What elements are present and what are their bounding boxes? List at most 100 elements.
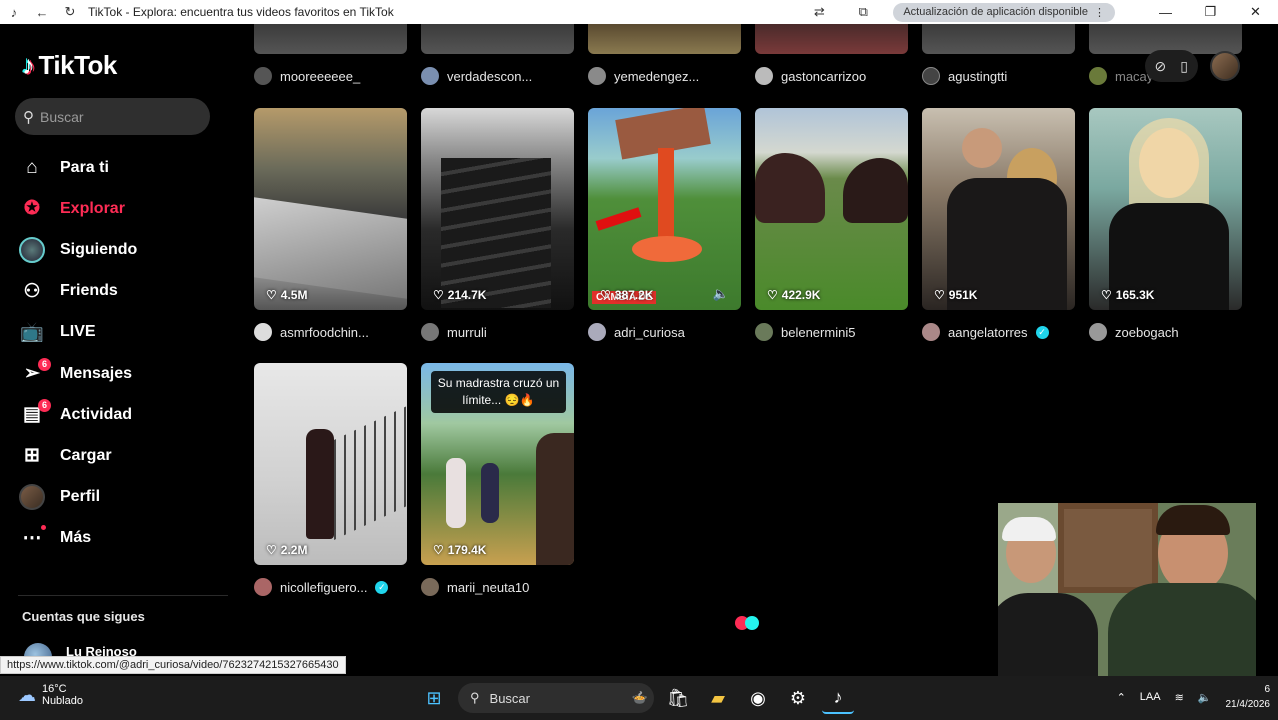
sidebar-item-friends[interactable]: ⚇ Friends: [18, 271, 137, 312]
taskbar-search-label: Buscar: [489, 690, 530, 706]
back-arrow-icon[interactable]: ←: [28, 0, 56, 24]
windows-start-icon[interactable]: ⊞: [418, 682, 450, 714]
sidebar-item-live[interactable]: 📺 LIVE: [18, 312, 137, 353]
author-name[interactable]: nicollefiguero...: [280, 580, 367, 595]
video-thumbnail[interactable]: ♡ 2.2M: [254, 363, 407, 565]
video-card[interactable]: CAMBIA DE ♡ 387.2K 🔈 adri_curiosa: [588, 108, 741, 342]
sidebar-item-para-ti[interactable]: ⌂ Para ti: [18, 147, 137, 188]
author-name[interactable]: zoebogach: [1115, 325, 1179, 340]
like-count: ♡ 179.4K: [433, 543, 487, 557]
update-label: Actualización de aplicación disponible: [903, 6, 1088, 18]
reload-icon[interactable]: ↻: [56, 0, 84, 24]
like-count: ♡ 214.7K: [433, 288, 487, 302]
video-card[interactable]: ♡ 214.7K murruli: [421, 108, 574, 342]
heart-icon: ♡: [433, 288, 444, 302]
video-card[interactable]: ♡ 2.2M nicollefiguero... ✓: [254, 363, 407, 597]
following-section-title: Cuentas que sigues: [22, 609, 145, 624]
video-thumbnail[interactable]: [755, 24, 908, 54]
avatar: [421, 67, 439, 85]
sidebar-item-label: Friends: [60, 282, 118, 300]
language-indicator[interactable]: LAA: [1140, 691, 1161, 703]
tiktok-logo[interactable]: ♪ TikTok: [22, 50, 117, 81]
temperature: 16°C: [42, 683, 67, 695]
tray-chevron-icon[interactable]: ⌃: [1117, 691, 1126, 704]
search-icon: ⚲: [470, 690, 480, 705]
taskbar-apps: ⊞ ⚲ Buscar 🍲 🛍 ▰ ◉ ⚙ ♪: [418, 682, 854, 714]
video-card[interactable]: ♡ 422.9K belenermini5: [755, 108, 908, 342]
author-name[interactable]: adri_curiosa: [614, 325, 685, 340]
video-card[interactable]: ♡ 4.5M asmrfoodchin...: [254, 108, 407, 342]
volume-icon[interactable]: 🔈: [1198, 691, 1212, 704]
author-name[interactable]: asmrfoodchin...: [280, 325, 369, 340]
video-thumbnail[interactable]: [254, 24, 407, 54]
clock[interactable]: 6 21/4/2026: [1226, 682, 1271, 712]
author-name[interactable]: marii_neuta10: [447, 580, 529, 595]
video-thumbnail[interactable]: ♡ 951K: [922, 108, 1075, 310]
windows-taskbar: ☁ 16°C Nublado ⊞ ⚲ Buscar 🍲 🛍 ▰ ◉ ⚙ ♪ ⌃ …: [0, 676, 1278, 720]
video-thumbnail[interactable]: [588, 24, 741, 54]
wifi-icon[interactable]: ≋: [1175, 691, 1184, 704]
video-thumbnail[interactable]: CAMBIA DE ♡ 387.2K 🔈: [588, 108, 741, 310]
video-thumbnail[interactable]: ♡ 165.3K: [1089, 108, 1242, 310]
taskbar-search[interactable]: ⚲ Buscar 🍲: [458, 683, 654, 713]
minimize-button[interactable]: —: [1143, 0, 1188, 24]
video-card[interactable]: yemedengez...: [588, 24, 741, 86]
avatar[interactable]: [1210, 51, 1240, 81]
sidebar-item-mas[interactable]: ⋯ Más: [18, 518, 137, 559]
video-card[interactable]: gastoncarrizoo: [755, 24, 908, 86]
cloud-icon: ☁: [18, 684, 36, 705]
update-available-button[interactable]: Actualización de aplicación disponible ⋮: [893, 2, 1115, 22]
video-thumbnail[interactable]: [421, 24, 574, 54]
translate-icon[interactable]: ⇄: [805, 0, 833, 24]
avatar: [421, 578, 439, 596]
chrome-icon[interactable]: ◉: [742, 682, 774, 714]
author-name[interactable]: gastoncarrizoo: [781, 69, 866, 84]
like-count: ♡ 165.3K: [1101, 288, 1155, 302]
heart-icon: ♡: [767, 288, 778, 302]
video-card[interactable]: verdadescon...: [421, 24, 574, 86]
like-count: ♡ 387.2K: [600, 288, 654, 302]
webcam-overlay: [998, 503, 1256, 676]
video-thumbnail[interactable]: ♡ 422.9K: [755, 108, 908, 310]
sidebar-item-siguiendo[interactable]: Siguiendo: [18, 229, 137, 270]
volume-icon[interactable]: 🔈: [713, 286, 729, 302]
sidebar-item-label: Perfil: [60, 488, 101, 506]
author-name[interactable]: agustingtti: [948, 69, 1007, 84]
author-name[interactable]: aangelatorres: [948, 325, 1028, 340]
video-thumbnail[interactable]: ♡ 214.7K: [421, 108, 574, 310]
video-card[interactable]: agustingtti: [922, 24, 1075, 86]
device-icon[interactable]: ▯: [1180, 58, 1188, 75]
video-thumbnail[interactable]: [922, 24, 1075, 54]
author-name[interactable]: murruli: [447, 325, 487, 340]
extensions-icon[interactable]: ⧉: [849, 0, 877, 24]
close-button[interactable]: ✕: [1233, 0, 1278, 24]
video-card[interactable]: ♡ 951K aangelatorres ✓: [922, 108, 1075, 342]
weather-widget[interactable]: ☁ 16°C Nublado: [18, 683, 83, 707]
sidebar: ♪ TikTok ⚲ Buscar ⌂ Para ti ✪ Explorar S…: [0, 24, 232, 671]
video-card[interactable]: Su madrastra cruzó un límite... 😔🔥 ♡ 179.…: [421, 363, 574, 597]
sidebar-item-explorar[interactable]: ✪ Explorar: [18, 188, 137, 229]
video-card[interactable]: ♡ 165.3K zoebogach: [1089, 108, 1242, 342]
store-icon[interactable]: 🛍: [662, 682, 694, 714]
file-explorer-icon[interactable]: ▰: [702, 682, 734, 714]
video-thumbnail[interactable]: ♡ 4.5M: [254, 108, 407, 310]
sidebar-item-actividad[interactable]: ▤ 6 Actividad: [18, 394, 137, 435]
sidebar-item-cargar[interactable]: ⊞ Cargar: [18, 435, 137, 476]
author-name[interactable]: belenermini5: [781, 325, 855, 340]
author-name[interactable]: verdadescon...: [447, 69, 532, 84]
app-icon[interactable]: ⚙: [782, 682, 814, 714]
sidebar-item-mensajes[interactable]: ➢ 6 Mensajes: [18, 353, 137, 394]
search-highlight-icon: 🍲: [631, 690, 648, 705]
author-name[interactable]: mooreeeeee_: [280, 69, 360, 84]
sidebar-item-label: Actividad: [60, 405, 133, 423]
video-card[interactable]: mooreeeeee_: [254, 24, 407, 86]
video-thumbnail[interactable]: Su madrastra cruzó un límite... 😔🔥 ♡ 179.…: [421, 363, 574, 565]
author-name[interactable]: yemedengez...: [614, 69, 699, 84]
avatar: [254, 67, 272, 85]
notification-dot: [41, 525, 46, 531]
tiktok-taskbar-icon[interactable]: ♪: [822, 682, 854, 714]
search-input[interactable]: ⚲ Buscar: [15, 98, 210, 135]
sidebar-item-perfil[interactable]: Perfil: [18, 477, 137, 518]
coin-icon[interactable]: ⊘: [1155, 58, 1167, 75]
restore-button[interactable]: ❐: [1188, 0, 1233, 24]
